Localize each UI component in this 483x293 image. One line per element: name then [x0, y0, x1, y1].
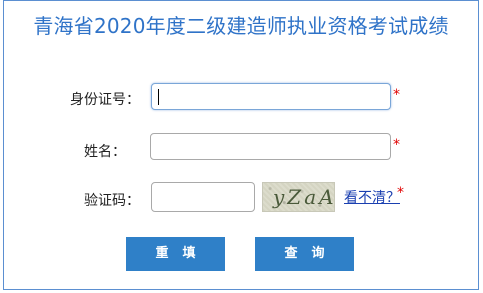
reset-button[interactable]: 重填: [126, 237, 225, 271]
required-mark-name: *: [393, 137, 400, 153]
required-mark-id: *: [393, 87, 400, 103]
id-number-label: 身份证号：: [70, 92, 140, 108]
captcha-label: 验证码：: [84, 193, 140, 209]
captcha-image[interactable]: yZaA: [262, 182, 335, 212]
id-number-input[interactable]: [151, 83, 391, 110]
captcha-input[interactable]: [151, 182, 255, 212]
name-input[interactable]: [150, 133, 391, 160]
required-mark-captcha: *: [397, 185, 404, 201]
query-button[interactable]: 查询: [255, 237, 354, 271]
captcha-refresh-link[interactable]: 看不清？: [344, 187, 400, 207]
captcha-image-text: yZaA: [273, 185, 335, 209]
page-title: 青海省2020年度二级建造师执业资格考试成绩: [33, 14, 449, 38]
text-caret: [158, 89, 159, 105]
name-label: 姓名：: [84, 144, 126, 160]
query-panel: 青海省2020年度二级建造师执业资格考试成绩 身份证号： * 姓名： * 验证码…: [3, 0, 479, 290]
